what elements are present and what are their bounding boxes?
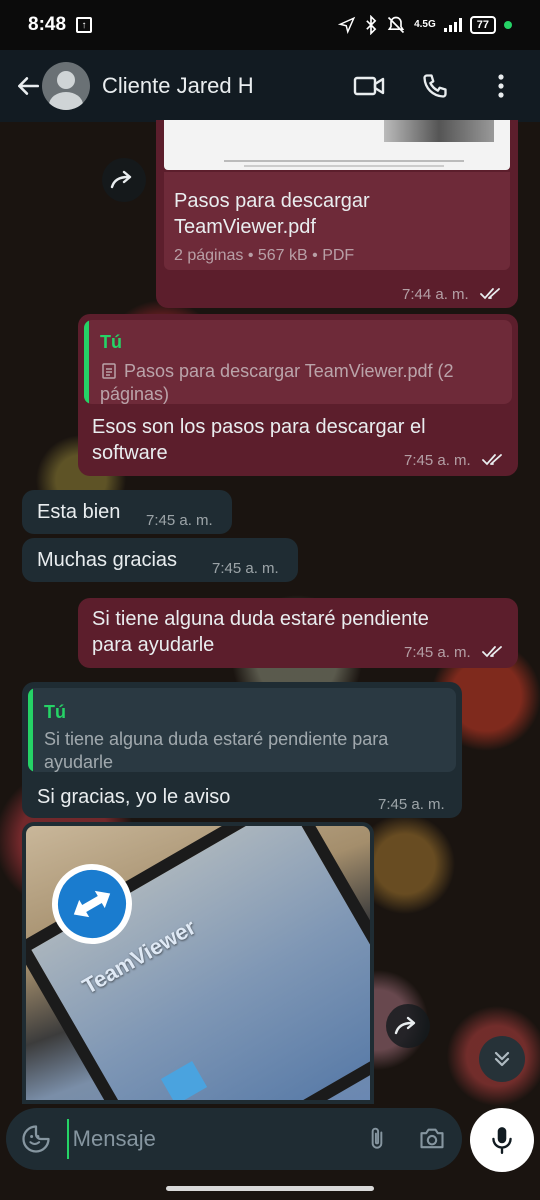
forward-button[interactable] bbox=[386, 1004, 430, 1048]
document-card[interactable]: Pasos para descargar TeamViewer.pdf 2 pá… bbox=[164, 172, 510, 270]
menu-button[interactable] bbox=[480, 65, 522, 107]
privacy-dot-icon bbox=[504, 21, 512, 29]
incoming-message[interactable]: Muchas gracias 7:45 a. m. bbox=[22, 538, 298, 582]
message-input[interactable] bbox=[66, 1119, 361, 1159]
double-chevron-down-icon bbox=[494, 1051, 510, 1067]
double-check-icon bbox=[482, 454, 502, 466]
network-indicator: 4.5G bbox=[414, 20, 436, 30]
sticker-icon bbox=[22, 1125, 50, 1153]
message-time: 7:45 a. m. bbox=[378, 796, 445, 813]
camera-icon bbox=[420, 1128, 444, 1149]
message-compose-bar bbox=[6, 1108, 462, 1170]
avatar[interactable] bbox=[42, 62, 90, 110]
double-check-icon bbox=[480, 288, 500, 300]
quoted-message[interactable]: Tú Si tiene alguna duda estaré pendiente… bbox=[28, 688, 456, 772]
upload-notification-icon: ↑ bbox=[76, 17, 93, 33]
paperclip-icon bbox=[371, 1127, 383, 1149]
document-preview-thumbnail bbox=[164, 120, 510, 170]
chat-header: Cliente Jared H bbox=[0, 50, 540, 122]
network-type: 4.5G bbox=[414, 19, 436, 30]
more-vertical-icon bbox=[498, 74, 504, 98]
message-time: 7:45 a. m. bbox=[404, 452, 471, 469]
message-text-line2: para ayudarle bbox=[92, 634, 215, 656]
quote-author: Tú bbox=[44, 702, 66, 722]
document-icon bbox=[102, 363, 116, 379]
message-time: 7:44 a. m. bbox=[402, 286, 469, 303]
battery-icon: 77 bbox=[469, 16, 496, 34]
video-call-button[interactable] bbox=[348, 65, 390, 107]
video-camera-icon bbox=[353, 76, 385, 96]
bluetooth-icon bbox=[366, 15, 377, 35]
message-text: Si gracias, yo le aviso bbox=[37, 786, 231, 808]
message-time: 7:45 a. m. bbox=[146, 512, 213, 529]
teamviewer-photo[interactable]: TeamViewer bbox=[26, 826, 370, 1100]
message-text-line1: Esos son los pasos para descargar el bbox=[92, 416, 426, 438]
message-text-line1: Si tiene alguna duda estaré pendiente bbox=[92, 608, 429, 630]
incoming-message[interactable]: Esta bien 7:45 a. m. bbox=[22, 490, 232, 534]
message-text-line2: software bbox=[92, 442, 168, 464]
document-meta: 2 páginas • 567 kB • PDF bbox=[174, 247, 355, 264]
status-icons: 4.5G 77 bbox=[338, 15, 512, 35]
navigation-handle[interactable] bbox=[166, 1186, 374, 1191]
document-message[interactable]: Pasos para descargar TeamViewer.pdf 2 pá… bbox=[156, 120, 518, 308]
signal-icon bbox=[443, 18, 462, 32]
voice-message-button[interactable] bbox=[470, 1108, 534, 1172]
attach-button[interactable] bbox=[361, 1119, 394, 1159]
voice-call-button[interactable] bbox=[414, 65, 456, 107]
mute-icon bbox=[387, 16, 405, 34]
incoming-reply-message[interactable]: Tú Si tiene alguna duda estaré pendiente… bbox=[22, 682, 462, 818]
message-text: Muchas gracias bbox=[37, 549, 178, 571]
sticker-button[interactable] bbox=[20, 1119, 53, 1159]
camera-button[interactable] bbox=[415, 1119, 448, 1159]
message-time: 7:45 a. m. bbox=[212, 560, 279, 577]
forward-icon bbox=[110, 170, 132, 189]
image-message[interactable]: TeamViewer bbox=[22, 822, 374, 1104]
forward-button[interactable] bbox=[102, 158, 146, 202]
reply-message[interactable]: Tú Pasos para descargar TeamViewer.pdf (… bbox=[78, 314, 518, 476]
status-bar: 8:48 ↑ 4.5G 77 bbox=[0, 0, 540, 50]
quote-text-line1: Si tiene alguna duda estaré pendiente pa… bbox=[44, 729, 389, 749]
document-filename-line1: Pasos para descargar bbox=[174, 190, 370, 212]
double-check-icon bbox=[482, 646, 502, 658]
microphone-icon bbox=[492, 1127, 512, 1155]
location-icon bbox=[338, 16, 356, 34]
quoted-message[interactable]: Tú Pasos para descargar TeamViewer.pdf (… bbox=[84, 320, 512, 404]
outgoing-message[interactable]: Si tiene alguna duda estaré pendiente pa… bbox=[78, 598, 518, 668]
forward-icon bbox=[394, 1016, 416, 1035]
quote-author: Tú bbox=[100, 332, 122, 352]
quote-text-line2: ayudarle bbox=[44, 752, 114, 772]
arrow-left-icon bbox=[18, 77, 40, 95]
quote-text-line1: Pasos para descargar TeamViewer.pdf (2 bbox=[124, 361, 454, 381]
scroll-to-bottom-button[interactable] bbox=[479, 1036, 525, 1082]
status-time: 8:48 bbox=[28, 14, 67, 35]
message-text: Esta bien bbox=[37, 501, 121, 523]
phone-icon bbox=[423, 74, 447, 98]
document-filename-line2: TeamViewer.pdf bbox=[174, 216, 316, 238]
contact-name[interactable]: Cliente Jared H bbox=[102, 73, 254, 99]
message-time: 7:45 a. m. bbox=[404, 644, 471, 661]
quote-text-line2: páginas) bbox=[100, 384, 170, 404]
